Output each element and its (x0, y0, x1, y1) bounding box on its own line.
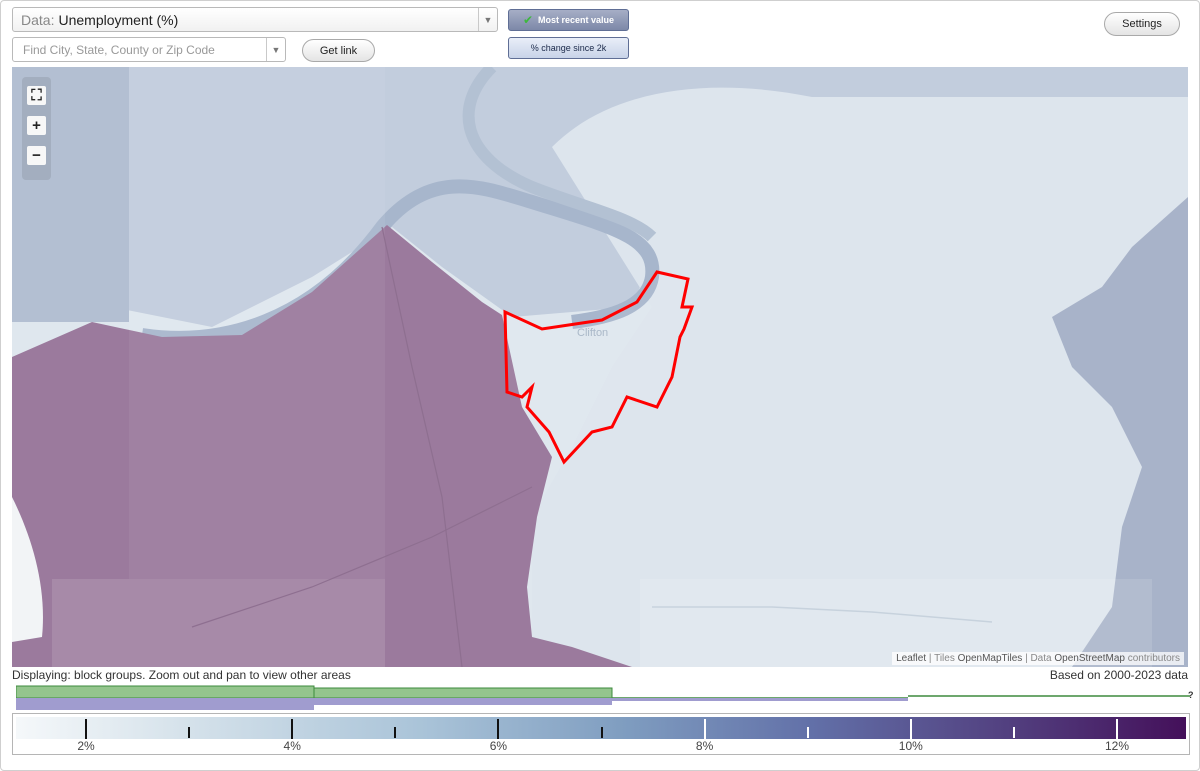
legend-tick-4 (291, 719, 294, 739)
most-recent-value-toggle[interactable]: ✔ Most recent value (508, 9, 629, 31)
leaflet-link[interactable]: Leaflet (896, 653, 926, 664)
get-link-button[interactable]: Get link (302, 39, 375, 62)
legend-tick-3 (188, 727, 191, 738)
legend-tick-6 (497, 719, 500, 739)
histogram-purple-bar-1 (16, 698, 314, 710)
legend-tick-10 (909, 719, 912, 739)
data-select[interactable]: Data: Unemployment (%) ▼ (12, 7, 498, 32)
chevron-down-icon[interactable]: ▼ (266, 38, 285, 61)
most-recent-value-label: Most recent value (538, 15, 615, 25)
fullscreen-button[interactable]: ⛶ (27, 86, 46, 105)
legend-tick-11 (1012, 727, 1015, 738)
legend-tick-9 (806, 727, 809, 738)
legend-tick-7 (600, 727, 603, 738)
tiles-prefix: Tiles (934, 653, 955, 664)
histogram-green-bar-2 (313, 687, 613, 699)
data-prefix: Data (1030, 653, 1052, 664)
checkmark-icon: ✔ (522, 13, 534, 27)
based-on-note: Based on 2000-2023 data (1049, 668, 1188, 682)
tile-overlay-1 (129, 67, 385, 579)
pct-change-toggle[interactable]: % change since 2k (508, 37, 629, 59)
map-attribution: Leaflet | Tiles OpenMapTiles | Data Open… (892, 652, 1184, 665)
legend-tick-8 (703, 719, 706, 739)
legend-tick-label: 12% (1104, 739, 1130, 753)
location-search[interactable]: ▼ (12, 37, 286, 62)
settings-button[interactable]: Settings (1104, 12, 1180, 36)
data-select-value: Unemployment (%) (58, 11, 179, 28)
histogram-purple-bar-2 (314, 698, 612, 705)
pct-change-label: % change since 2k (530, 43, 607, 53)
zoom-out-button[interactable]: − (27, 146, 46, 165)
color-legend: 2% 4% 6% 8% 10% 12% (12, 713, 1190, 755)
zoom-control: ⛶ + − (22, 77, 51, 180)
legend-tick-12 (1116, 719, 1118, 739)
openmaptiles-link[interactable]: OpenMapTiles (958, 653, 1023, 664)
distribution-histogram (16, 685, 1190, 710)
openstreetmap-link[interactable]: OpenStreetMap (1054, 653, 1125, 664)
contributors-text: contributors (1127, 653, 1180, 664)
data-select-prefix: Data: (21, 11, 55, 28)
legend-tick-label: 6% (489, 739, 508, 753)
tile-overlay-2 (52, 579, 385, 667)
legend-tick-label: 10% (898, 739, 923, 753)
legend-tick-label: 2% (77, 739, 95, 753)
map-canvas (12, 67, 1188, 667)
display-note: Displaying: block groups. Zoom out and p… (12, 668, 351, 682)
map-view[interactable]: Clifton ⛶ + − Leaflet | Tiles OpenMapTil… (12, 67, 1188, 667)
legend-tick-2 (85, 719, 87, 739)
histogram-help-icon[interactable]: ? (1188, 690, 1194, 700)
histogram-green-bar-1 (16, 685, 315, 699)
legend-tick-label: 8% (695, 739, 714, 753)
place-label-clifton: Clifton (577, 327, 609, 339)
fullscreen-icon: ⛶ (31, 87, 42, 104)
zoom-in-button[interactable]: + (27, 116, 46, 135)
search-input[interactable] (21, 41, 265, 58)
chevron-down-icon[interactable]: ▼ (478, 8, 497, 31)
histogram-purple-bar-3 (612, 698, 908, 701)
legend-tick-5 (394, 727, 397, 738)
legend-tick-label: 4% (283, 739, 301, 753)
